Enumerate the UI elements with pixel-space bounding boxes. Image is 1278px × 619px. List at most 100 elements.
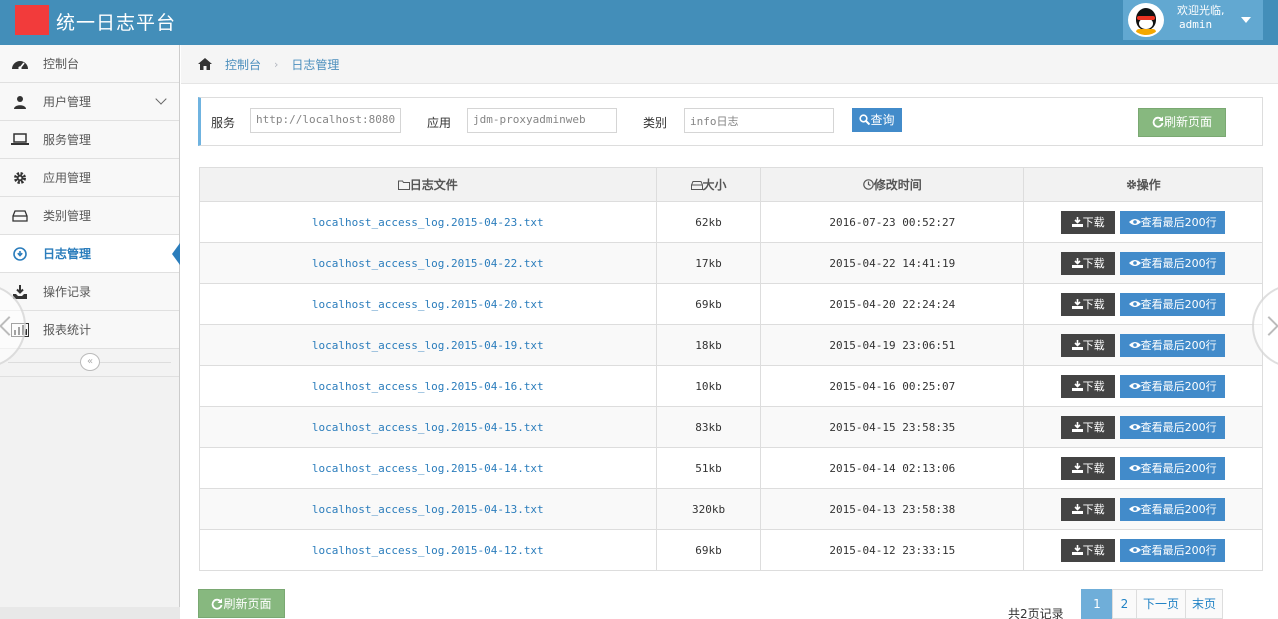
log-file-link[interactable]: localhost_access_log.2015-04-14.txt xyxy=(312,462,544,475)
sidebar-item-categories[interactable]: 类别管理 xyxy=(0,197,179,235)
view-last-200-button[interactable]: 查看最后200行 xyxy=(1120,374,1226,398)
view-last-200-button[interactable]: 查看最后200行 xyxy=(1120,251,1226,275)
sidebar-item-services[interactable]: 服务管理 xyxy=(0,121,179,159)
refresh-button-label: 刷新页面 xyxy=(1163,115,1212,129)
size-cell: 51kb xyxy=(655,447,762,489)
service-input[interactable]: http://localhost:8080 xyxy=(250,108,401,133)
chevron-down-icon xyxy=(155,93,167,105)
breadcrumb: 控制台 › 日志管理 xyxy=(181,45,1278,84)
view-button-label: 查看最后200行 xyxy=(1140,543,1217,557)
sidebar-item-label: 应用管理 xyxy=(43,171,92,185)
download-icon xyxy=(1071,257,1083,268)
search-button-label: 查询 xyxy=(870,113,895,127)
eye-icon xyxy=(1128,505,1141,512)
download-button-label: 下载 xyxy=(1082,502,1105,516)
file-cell: localhost_access_log.2015-04-13.txt xyxy=(199,488,657,530)
refresh-button-label: 刷新页面 xyxy=(223,597,272,611)
download-button[interactable]: 下载 xyxy=(1061,456,1116,480)
log-file-link[interactable]: localhost_access_log.2015-04-20.txt xyxy=(312,298,544,311)
view-last-200-button[interactable]: 查看最后200行 xyxy=(1120,538,1226,562)
file-cell: localhost_access_log.2015-04-19.txt xyxy=(199,324,657,366)
page-1[interactable]: 1 xyxy=(1081,589,1113,619)
file-cell: localhost_access_log.2015-04-23.txt xyxy=(199,201,657,243)
sidebar-item-label: 报表统计 xyxy=(43,323,92,337)
col-header-file: 日志文件 xyxy=(199,167,657,202)
sidebar-item-apps[interactable]: 应用管理 xyxy=(0,159,179,197)
dashboard-icon xyxy=(10,55,30,73)
log-file-link[interactable]: localhost_access_log.2015-04-13.txt xyxy=(312,503,544,516)
page-2[interactable]: 2 xyxy=(1112,589,1137,619)
category-input[interactable]: info日志 xyxy=(684,108,834,133)
download-button[interactable]: 下载 xyxy=(1061,415,1116,439)
log-file-link[interactable]: localhost_access_log.2015-04-16.txt xyxy=(312,380,544,393)
download-icon xyxy=(1071,544,1083,555)
total-records: 共2页记录 xyxy=(1008,607,1064,619)
download-button[interactable]: 下载 xyxy=(1061,538,1116,562)
sidebar-collapse-button[interactable]: « xyxy=(80,353,100,371)
download-button[interactable]: 下载 xyxy=(1061,210,1116,234)
file-cell: localhost_access_log.2015-04-16.txt xyxy=(199,365,657,407)
download-icon xyxy=(1071,462,1083,473)
view-last-200-button[interactable]: 查看最后200行 xyxy=(1120,415,1226,439)
refresh-button[interactable]: 刷新页面 xyxy=(1138,108,1226,137)
refresh-icon xyxy=(1152,116,1164,128)
download-button-label: 下载 xyxy=(1082,297,1105,311)
download-button[interactable]: 下载 xyxy=(1061,251,1116,275)
download-button[interactable]: 下载 xyxy=(1061,497,1116,521)
gear-icon xyxy=(10,169,30,187)
gear-icon xyxy=(1126,179,1136,190)
last-page-button[interactable]: 末页 xyxy=(1185,589,1223,619)
info-circle-icon xyxy=(10,245,30,263)
download-button[interactable]: 下载 xyxy=(1061,292,1116,316)
breadcrumb-link-logs[interactable]: 日志管理 xyxy=(291,56,339,73)
view-last-200-button[interactable]: 查看最后200行 xyxy=(1120,333,1226,357)
mtime-cell: 2015-04-14 02:13:06 xyxy=(760,447,1025,489)
mtime-cell: 2016-07-23 00:52:27 xyxy=(760,201,1025,243)
search-icon xyxy=(859,114,871,126)
search-button[interactable]: 查询 xyxy=(852,108,902,132)
app-input[interactable]: jdm-proxyadminweb xyxy=(467,108,617,133)
view-last-200-button[interactable]: 查看最后200行 xyxy=(1120,456,1226,480)
table-row: localhost_access_log.2015-04-12.txt 69kb 2… xyxy=(199,529,1263,571)
refresh-button-bottom[interactable]: 刷新页面 xyxy=(198,589,285,618)
download-button-label: 下载 xyxy=(1082,256,1105,270)
view-last-200-button[interactable]: 查看最后200行 xyxy=(1120,292,1226,316)
sidebar-item-users[interactable]: 用户管理 xyxy=(0,83,179,121)
size-cell: 17kb xyxy=(655,242,762,284)
sidebar: 控制台 用户管理 服务管理 应用管理 类别管理 日志管理 操作记录 报表统计 « xyxy=(0,45,180,619)
sidebar-item-operation-log[interactable]: 操作记录 xyxy=(0,273,179,311)
view-last-200-button[interactable]: 查看最后200行 xyxy=(1120,210,1226,234)
table-row: localhost_access_log.2015-04-23.txt 62kb 2… xyxy=(199,201,1263,243)
log-file-link[interactable]: localhost_access_log.2015-04-19.txt xyxy=(312,339,544,352)
actions-cell: 下载 查看最后200行 xyxy=(1023,406,1263,448)
mtime-cell: 2015-04-13 23:58:38 xyxy=(760,488,1025,530)
view-last-200-button[interactable]: 查看最后200行 xyxy=(1120,497,1226,521)
download-button[interactable]: 下载 xyxy=(1061,333,1116,357)
eye-icon xyxy=(1128,341,1141,348)
user-menu[interactable]: 欢迎光临, admin xyxy=(1123,0,1263,40)
actions-cell: 下载 查看最后200行 xyxy=(1023,324,1263,366)
view-button-label: 查看最后200行 xyxy=(1140,502,1217,516)
log-file-link[interactable]: localhost_access_log.2015-04-12.txt xyxy=(312,544,544,557)
log-file-link[interactable]: localhost_access_log.2015-04-15.txt xyxy=(312,421,544,434)
sidebar-item-label: 日志管理 xyxy=(43,247,92,261)
sidebar-item-label: 类别管理 xyxy=(43,209,92,223)
caret-down-icon xyxy=(1241,17,1251,23)
log-file-link[interactable]: localhost_access_log.2015-04-23.txt xyxy=(312,216,544,229)
sidebar-item-dashboard[interactable]: 控制台 xyxy=(0,45,179,83)
category-label: 类别 xyxy=(643,116,668,130)
user-greeting: 欢迎光临, xyxy=(1177,4,1225,17)
download-button[interactable]: 下载 xyxy=(1061,374,1116,398)
table-row: localhost_access_log.2015-04-16.txt 10kb 2… xyxy=(199,365,1263,407)
home-icon[interactable] xyxy=(197,57,213,71)
avatar xyxy=(1128,3,1164,37)
download-icon xyxy=(1071,380,1083,391)
breadcrumb-separator: › xyxy=(274,57,279,71)
breadcrumb-link-dashboard[interactable]: 控制台 xyxy=(225,56,261,73)
eye-icon xyxy=(1128,546,1141,553)
sidebar-item-logs[interactable]: 日志管理 xyxy=(0,235,180,273)
sidebar-item-reports[interactable]: 报表统计 xyxy=(0,311,179,349)
log-file-link[interactable]: localhost_access_log.2015-04-22.txt xyxy=(312,257,544,270)
download-button-label: 下载 xyxy=(1082,461,1105,475)
next-page-button[interactable]: 下一页 xyxy=(1136,589,1186,619)
